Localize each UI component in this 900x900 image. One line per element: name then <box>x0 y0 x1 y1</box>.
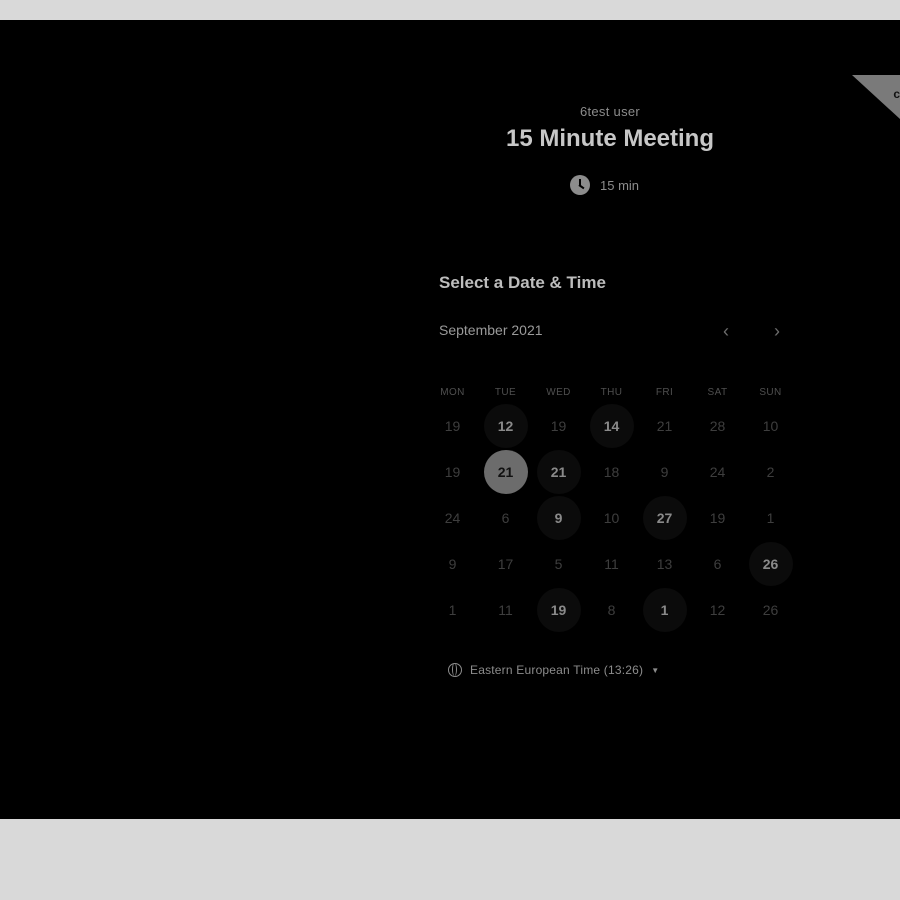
next-month-button[interactable]: › <box>766 320 788 342</box>
calendar-day: 2 <box>766 464 775 480</box>
clock-icon <box>570 175 590 195</box>
weekday-header: TUE <box>494 387 517 398</box>
ribbon-text: c <box>893 87 900 101</box>
duration-label: 15 min <box>600 177 640 193</box>
calendar-day: 17 <box>497 556 514 572</box>
calendar-day: 13 <box>656 556 673 572</box>
chevron-right-icon: › <box>774 321 780 341</box>
calendar-day: 11 <box>604 556 619 572</box>
caret-down-icon: ▼ <box>651 665 660 675</box>
calendar-day: 9 <box>448 556 457 572</box>
weekday-header: WED <box>546 387 571 398</box>
calendar-day: 19 <box>444 418 461 434</box>
calendar-grid: MON TUE WED THU FRI SAT SUN 19 12 19 14 21 28 10 19 21 2… <box>426 382 797 634</box>
calendar-day: 26 <box>762 602 779 618</box>
prev-month-button[interactable]: ‹ <box>715 320 737 342</box>
weekday-header: SAT <box>707 387 728 398</box>
timezone-selector[interactable]: Eastern European Time (13:26) ▼ <box>448 663 659 677</box>
booking-page: c 6test user 15 Minute Meeting 15 min Se… <box>0 20 900 819</box>
calendar-day: 9 <box>660 464 669 480</box>
calendar-day: 10 <box>603 510 620 526</box>
calendar-day: 10 <box>762 418 779 434</box>
calendar-day-available[interactable]: 9 <box>536 496 581 540</box>
calendar-day: 5 <box>554 556 563 572</box>
calendar-day: 21 <box>656 418 673 434</box>
calendar-day-selected[interactable]: 21 <box>483 450 528 494</box>
calendar-day-available[interactable]: 1 <box>642 588 687 632</box>
calendar-day: 19 <box>550 418 567 434</box>
calendar-day-available[interactable]: 26 <box>748 542 793 586</box>
timezone-label: Eastern European Time (13:26) <box>470 663 644 677</box>
calendar-day: 11 <box>498 602 513 618</box>
weekday-header: MON <box>440 387 465 398</box>
calendar-day: 6 <box>713 556 722 572</box>
calendar-day: 12 <box>709 602 726 618</box>
section-title: Select a Date & Time <box>439 273 606 292</box>
weekday-header: SUN <box>759 387 782 398</box>
calendar-day: 28 <box>709 418 726 434</box>
chevron-left-icon: ‹ <box>723 321 729 341</box>
calendar-day: 1 <box>448 602 457 618</box>
calendar-day-available[interactable]: 27 <box>642 496 687 540</box>
calendar-day: 24 <box>709 464 726 480</box>
event-duration: 15 min <box>570 175 639 195</box>
calendar-day: 6 <box>501 510 510 526</box>
calendar-day: 1 <box>766 510 775 526</box>
weekday-header: THU <box>600 387 623 398</box>
calendar-day-available[interactable]: 21 <box>536 450 581 494</box>
calendar-day: 19 <box>709 510 726 526</box>
calendar-day: 18 <box>603 464 620 480</box>
event-title: 15 Minute Meeting <box>505 125 715 152</box>
calendar-day: 8 <box>607 602 616 618</box>
calendar-day-available[interactable]: 12 <box>483 404 528 448</box>
calendar-day: 19 <box>444 464 461 480</box>
weekday-header: FRI <box>655 387 674 398</box>
organizer-name: 6test user <box>579 104 641 119</box>
month-label: September 2021 <box>439 322 543 338</box>
calendar-day-available[interactable]: 14 <box>589 404 634 448</box>
calendar-day-available[interactable]: 19 <box>536 588 581 632</box>
globe-icon <box>448 663 462 677</box>
calendar-day: 24 <box>444 510 461 526</box>
